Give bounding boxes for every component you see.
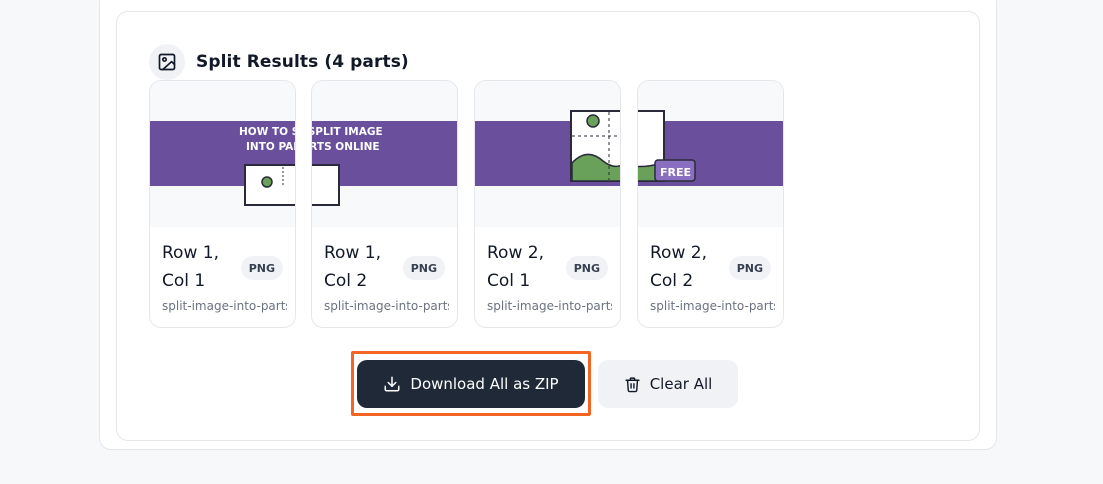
clear-button-label: Clear All <box>649 375 713 393</box>
clear-all-button[interactable]: Clear All <box>598 360 738 408</box>
tile-filename: split-image-into-parts-online-free-row1-… <box>162 299 287 313</box>
format-badge: PNG <box>402 256 445 280</box>
download-all-zip-button[interactable]: Download All as ZIP <box>357 360 585 408</box>
tile-preview: HOW TO SPLIT IMAGE INTO PARTS ONLINE <box>312 81 457 227</box>
tile-filename: split-image-into-parts-online-free-row1-… <box>324 299 449 313</box>
tile-title: Row 1, Col 2 <box>324 243 381 291</box>
image-icon <box>149 44 185 80</box>
tile-filename: split-image-into-parts-online-free-row2-… <box>650 299 775 313</box>
tile-title: Row 2, Col 1 <box>487 243 544 291</box>
format-badge: PNG <box>728 256 771 280</box>
result-tile-row2-col1[interactable]: Row 2, Col 1 PNG split-image-into-parts-… <box>474 80 621 328</box>
results-title: Split Results (4 parts) <box>196 52 409 72</box>
result-tile-row1-col2[interactable]: HOW TO SPLIT IMAGE INTO PARTS ONLINE Row… <box>311 80 458 328</box>
tile-preview: HOW TO SPLIT IMAGE INTO PARTS ONLINE <box>150 81 296 227</box>
tile-filename: split-image-into-parts-online-free-row2-… <box>487 299 612 313</box>
banner-text-line1: HOW TO SPLIT IMAGE <box>239 126 296 138</box>
tile-title: Row 1, Col 1 <box>162 243 219 291</box>
trash-icon <box>624 376 641 393</box>
download-button-label: Download All as ZIP <box>410 375 559 393</box>
banner-text-line1: HOW TO SPLIT IMAGE <box>312 126 383 138</box>
tile-preview: FREE <box>638 81 783 227</box>
free-badge-text: FREE <box>660 166 691 179</box>
banner-text-line2: INTO PARTS ONLINE <box>312 141 380 153</box>
tile-preview <box>475 81 620 227</box>
result-tile-row1-col1[interactable]: HOW TO SPLIT IMAGE INTO PARTS ONLINE Row… <box>149 80 296 328</box>
tile-title: Row 2, Col 2 <box>650 243 707 291</box>
results-header: Split Results (4 parts) <box>149 44 409 80</box>
download-icon <box>383 375 401 393</box>
format-badge: PNG <box>240 256 283 280</box>
result-tile-row2-col2[interactable]: FREE Row 2, Col 2 PNG split-image-into-p… <box>637 80 784 328</box>
format-badge: PNG <box>565 256 608 280</box>
banner-text-line2: INTO PARTS ONLINE <box>246 141 296 153</box>
